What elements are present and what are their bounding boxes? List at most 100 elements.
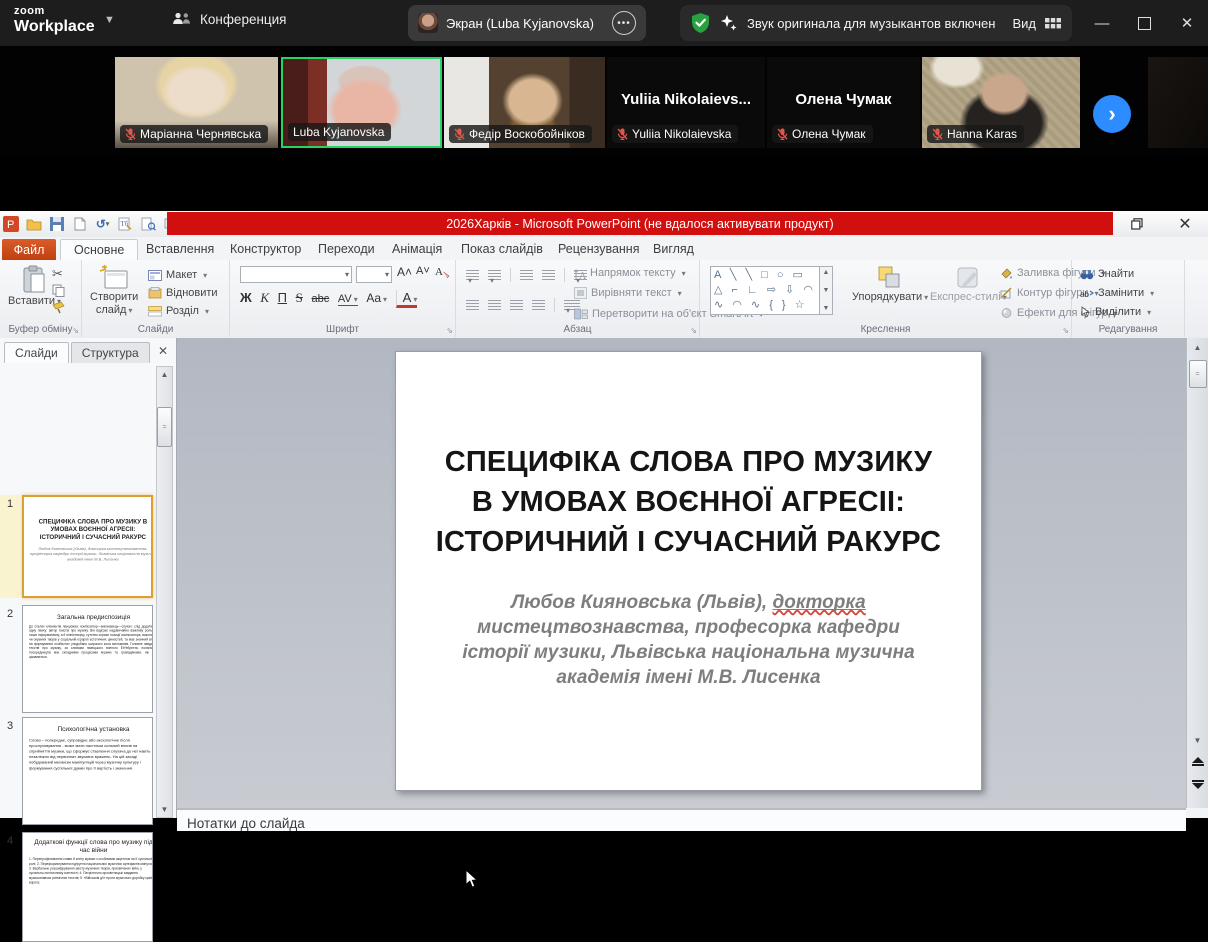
align-text-button[interactable]: Вирівняти текст <box>574 284 682 302</box>
italic-button[interactable]: К <box>260 290 269 305</box>
slide-canvas[interactable]: СПЕЦИФІКА СЛОВА ПРО МУЗИКУ В УМОВАХ ВОЄН… <box>395 351 982 791</box>
dialog-launcher-icon[interactable]: ⇘ <box>690 326 697 335</box>
new-document-icon[interactable] <box>71 216 88 233</box>
tab-slides-thumbnails[interactable]: Слайди <box>4 342 69 363</box>
strikethrough-abc-button[interactable]: abc <box>311 293 329 305</box>
bold-button[interactable]: Ж <box>240 290 252 305</box>
font-color-button[interactable]: A <box>396 290 418 308</box>
panel-scroll-thumb[interactable]: = <box>157 407 172 447</box>
cut-icon[interactable]: ✂ <box>52 266 63 282</box>
tab-meeting[interactable]: Конференция <box>172 11 287 27</box>
increase-indent-button[interactable] <box>542 270 555 280</box>
print-preview-icon[interactable] <box>140 216 157 233</box>
arrange-button[interactable]: Упорядкувати <box>852 265 928 304</box>
strikethrough-button[interactable]: S <box>296 290 303 305</box>
shapes-scroll-buttons[interactable]: ▲▼▼ <box>820 266 833 315</box>
view-menu-label[interactable]: Вид <box>1012 16 1036 31</box>
shrink-font-button[interactable]: A˅ <box>416 265 430 277</box>
font-size-combo[interactable] <box>356 266 392 283</box>
ppt-close-button[interactable]: ✕ <box>1168 214 1202 234</box>
shapes-gallery[interactable]: A ╲ ╲ □ ○ ▭ △ ⌐ ∟ ⇨ ⇩ ◠ ∿ ◠ ∿ { } ☆ ▲▼▼ <box>710 266 833 315</box>
align-right-button[interactable] <box>510 300 523 310</box>
video-tile-marianna[interactable]: Маріанна Чернявська <box>115 57 278 148</box>
video-tile-olena-camera-off[interactable]: Олена Чумак Олена Чумак <box>767 57 920 148</box>
layout-button[interactable]: Макет <box>148 266 207 284</box>
tab-review[interactable]: Рецензування <box>545 239 652 259</box>
slide-title[interactable]: СПЕЦИФІКА СЛОВА ПРО МУЗИКУ В УМОВАХ ВОЄН… <box>426 442 951 562</box>
ppt-restore-button[interactable] <box>1120 214 1154 234</box>
video-tile-hanna[interactable]: Hanna Karas <box>922 57 1080 148</box>
video-tile-fedir[interactable]: Федір Воскобойніков <box>444 57 605 148</box>
tab-insert[interactable]: Вставлення <box>133 239 227 259</box>
scroll-up-icon[interactable]: ▲ <box>157 370 172 379</box>
align-left-button[interactable] <box>466 300 479 310</box>
numbering-button[interactable] <box>488 270 501 280</box>
window-minimize-button[interactable]: — <box>1082 0 1122 46</box>
decrease-indent-button[interactable] <box>520 270 533 280</box>
bullets-button[interactable] <box>466 270 479 280</box>
main-scrollbar[interactable]: ▲ = ▼ <box>1186 338 1208 808</box>
section-icon <box>148 306 162 317</box>
quick-styles-button[interactable]: Експрес-стилі <box>930 265 1007 304</box>
clear-formatting-button[interactable]: A <box>435 264 450 283</box>
security-shield-icon[interactable] <box>690 12 711 34</box>
next-slide-button[interactable] <box>1187 779 1208 790</box>
window-maximize-button[interactable] <box>1124 0 1164 46</box>
tab-animations[interactable]: Анімація <box>379 239 455 259</box>
more-options-icon[interactable]: ••• <box>612 11 636 35</box>
tab-file[interactable]: Файл <box>2 239 56 260</box>
scroll-down-icon[interactable]: ▼ <box>1187 736 1208 745</box>
main-scroll-thumb[interactable]: = <box>1189 360 1207 388</box>
tab-home[interactable]: Основне <box>60 239 138 260</box>
find-button[interactable]: Знайти <box>1080 265 1134 283</box>
slide-thumbnail-1[interactable]: СПЕЦИФІКА СЛОВА ПРО МУЗИКУ В УМОВАХ ВОЄН… <box>22 495 153 598</box>
ai-sparkle-icon[interactable] <box>720 14 738 32</box>
change-case-button[interactable]: Aa <box>366 291 387 305</box>
undo-icon[interactable]: ↺▾ <box>94 216 111 233</box>
tab-slideshow[interactable]: Показ слайдів <box>448 239 556 259</box>
reset-button[interactable]: Відновити <box>148 284 218 302</box>
tab-view[interactable]: Вигляд <box>640 239 707 259</box>
slide-thumbnail-2[interactable]: Загальна предиспозиція До сталих елемент… <box>22 605 153 713</box>
video-tile-luba-active-speaker[interactable]: Luba Kyjanovska <box>281 57 442 148</box>
notes-pane[interactable]: Нотатки до слайда <box>177 808 1186 831</box>
panel-close-icon[interactable]: ✕ <box>158 344 168 358</box>
text-direction-button[interactable]: A Напрямок тексту <box>574 264 686 282</box>
proofing-icon[interactable]: Тб <box>117 216 134 233</box>
section-button[interactable]: Розділ <box>148 302 209 320</box>
font-name-combo[interactable] <box>240 266 352 283</box>
open-file-icon[interactable] <box>25 216 42 233</box>
replace-button[interactable]: ab Замінити <box>1080 284 1154 302</box>
shapes-grid[interactable]: A ╲ ╲ □ ○ ▭ △ ⌐ ∟ ⇨ ⇩ ◠ ∿ ◠ ∿ { } ☆ <box>710 266 820 315</box>
character-spacing-button[interactable]: AV <box>338 293 358 306</box>
slide-editing-area[interactable]: СПЕЦИФІКА СЛОВА ПРО МУЗИКУ В УМОВАХ ВОЄН… <box>177 338 1186 808</box>
next-participants-button[interactable]: › <box>1093 95 1131 133</box>
tab-transitions[interactable]: Переходи <box>305 239 388 259</box>
chevron-down-icon[interactable]: ▼ <box>104 14 115 26</box>
slide-thumbnail-4[interactable]: Додаткові функції слова про музику під ч… <box>22 832 153 942</box>
dialog-launcher-icon[interactable]: ⇘ <box>446 326 453 335</box>
save-icon[interactable] <box>48 216 65 233</box>
window-close-button[interactable]: ✕ <box>1166 0 1208 46</box>
previous-slide-button[interactable] <box>1187 756 1208 767</box>
copy-icon[interactable] <box>52 284 65 302</box>
slide-thumbnail-3[interactable]: Психологічна установка Слово – попереднє… <box>22 717 153 825</box>
select-button[interactable]: Виділити <box>1080 303 1151 321</box>
scroll-up-icon[interactable]: ▲ <box>1187 343 1208 352</box>
tab-shared-screen[interactable]: Экран (Luba Kyjanovska) ••• <box>408 5 646 41</box>
panel-scrollbar[interactable]: ▲ = ▼ <box>156 366 173 818</box>
tab-design[interactable]: Конструктор <box>217 239 314 259</box>
slide-subtitle[interactable]: Любов Кияновська (Львів), докторка мисте… <box>451 590 926 690</box>
underline-button[interactable]: П <box>278 290 287 305</box>
justify-button[interactable] <box>532 300 545 310</box>
grow-font-button[interactable]: A˄ <box>397 265 412 279</box>
new-slide-button[interactable]: Створити слайд <box>90 265 138 316</box>
view-grid-icon[interactable] <box>1045 16 1061 30</box>
video-tile-yuliia-camera-off[interactable]: Yuliia Nikolaievs... Yuliia Nikolaievska <box>607 57 765 148</box>
tab-outline[interactable]: Структура <box>71 342 150 363</box>
scroll-down-icon[interactable]: ▼ <box>157 805 172 814</box>
align-center-button[interactable] <box>488 300 501 310</box>
dialog-launcher-icon[interactable]: ⇘ <box>1062 326 1069 335</box>
dialog-launcher-icon[interactable]: ⇘ <box>72 326 79 335</box>
format-painter-icon[interactable] <box>52 301 66 319</box>
